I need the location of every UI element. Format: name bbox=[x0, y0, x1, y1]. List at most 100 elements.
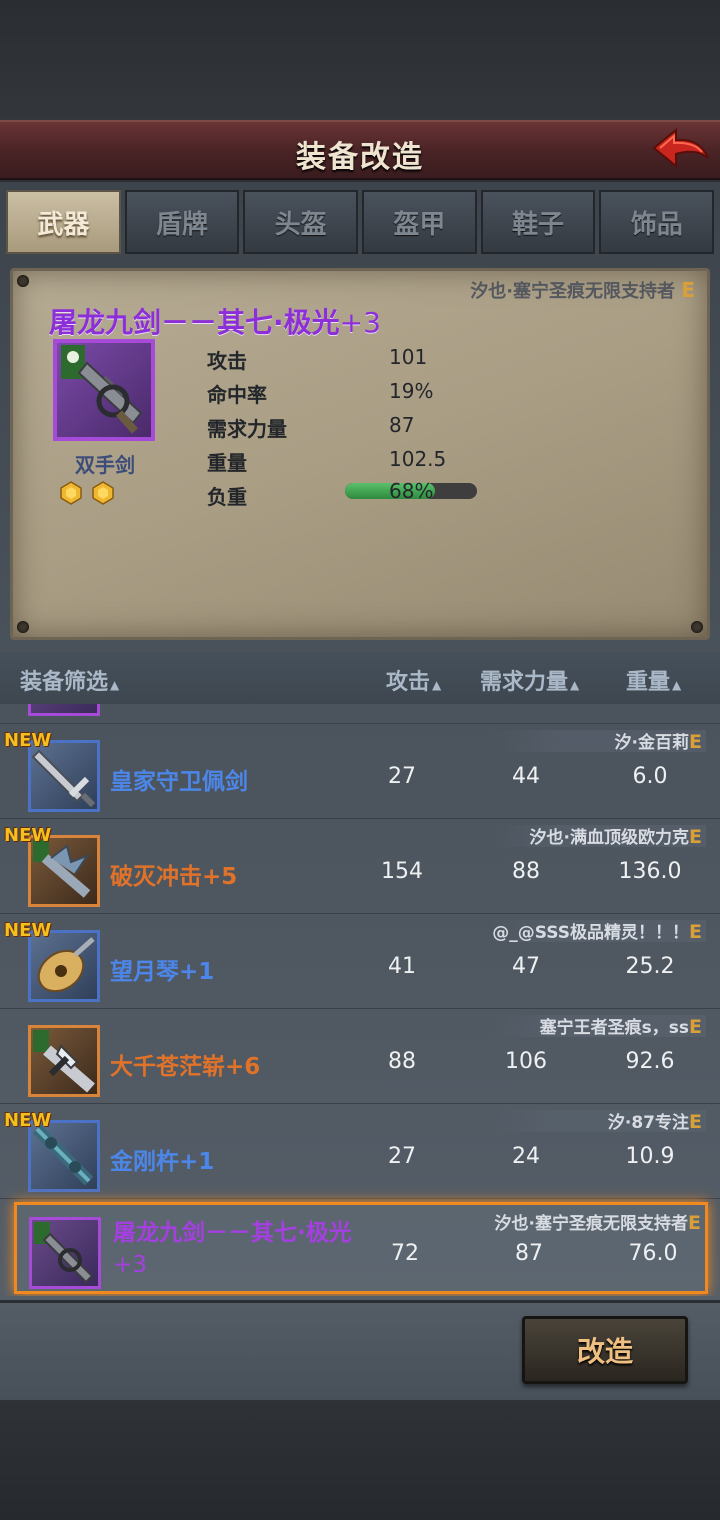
item-weight: 136.0 bbox=[618, 859, 682, 884]
item-name-text: 屠龙九剑－－其七·极光 bbox=[49, 306, 340, 339]
item-owner: 汐也·满血顶级欧力克E bbox=[530, 823, 702, 848]
list-item[interactable]: 汐也·满血顶级欧力克E NEW 破灭冲击+5 154 88 136.0 bbox=[0, 819, 720, 914]
stat-load-label: 负重 bbox=[207, 485, 247, 509]
sort-weight-button[interactable]: 重量 ▲ bbox=[626, 664, 681, 696]
item-strength: 47 bbox=[512, 954, 540, 979]
item-name: 屠龙九剑－－其七·极光+3 bbox=[113, 1217, 373, 1281]
owner-grade: E bbox=[688, 1212, 701, 1234]
sort-arrow-icon: ▲ bbox=[432, 678, 442, 692]
greatsword-icon bbox=[29, 1217, 101, 1289]
new-badge: NEW bbox=[4, 920, 52, 941]
owner-name: @_@SSS极品精灵！！！ bbox=[492, 923, 690, 943]
new-badge: NEW bbox=[4, 730, 52, 751]
list-item-partial[interactable] bbox=[0, 704, 720, 724]
title-bar: 装备改造 bbox=[0, 120, 720, 180]
item-owner: 塞宁王者圣痕s，ssE bbox=[540, 1013, 702, 1038]
item-attack: 88 bbox=[388, 1049, 416, 1074]
owner-grade: E bbox=[689, 826, 702, 848]
owner-grade: E bbox=[689, 1016, 702, 1038]
category-tabs: 武器 盾牌 头盔 盔甲 鞋子 饰品 bbox=[6, 190, 715, 256]
tab-weapon[interactable]: 武器 bbox=[6, 190, 121, 254]
item-name: 金刚杵+1 bbox=[110, 1142, 214, 1176]
list-header: 装备筛选 ▲ 攻击 ▲ 需求力量 ▲ 重量 ▲ bbox=[0, 652, 720, 704]
item-weight: 10.9 bbox=[625, 1144, 675, 1169]
forge-button[interactable]: 改造 bbox=[522, 1316, 688, 1384]
stat-attack-value: 101 bbox=[389, 345, 428, 369]
sort-arrow-icon: ▲ bbox=[672, 678, 682, 692]
top-background bbox=[0, 0, 720, 120]
tab-accessory[interactable]: 饰品 bbox=[599, 190, 715, 254]
gold-gem-icon bbox=[91, 481, 115, 505]
list-item[interactable]: 汐·87专注E NEW 金刚杵+1 27 24 10.9 bbox=[0, 1104, 720, 1199]
tab-helmet[interactable]: 头盔 bbox=[243, 190, 359, 254]
item-enhance-level: +1 bbox=[179, 959, 215, 985]
tab-shoes[interactable]: 鞋子 bbox=[480, 190, 596, 254]
equipment-list[interactable]: 汐·金百莉E NEW 皇家守卫佩剑 27 44 6.0 汐也·满血顶级欧力克E … bbox=[0, 704, 720, 1296]
page-title: 装备改造 bbox=[296, 140, 424, 175]
item-owner: 汐也·塞宁圣痕无限支持者 E bbox=[470, 277, 695, 303]
owner-name: 汐也·满血顶级欧力克 bbox=[529, 828, 690, 848]
item-name: 望月琴+1 bbox=[110, 952, 214, 986]
list-item[interactable]: 塞宁王者圣痕s，ssE 大千苍茫崭+6 88 106 92.6 bbox=[0, 1009, 720, 1104]
equipment-filter-button[interactable]: 装备筛选 ▲ bbox=[20, 664, 119, 696]
weapon-type: 双手剑 bbox=[75, 453, 135, 477]
sort-attack-button[interactable]: 攻击 ▲ bbox=[386, 664, 441, 696]
sword-icon bbox=[28, 704, 100, 716]
back-arrow-icon[interactable] bbox=[650, 124, 712, 178]
item-owner: 汐·87专注E bbox=[608, 1108, 702, 1133]
item-attack: 27 bbox=[388, 764, 416, 789]
sort-strength-button[interactable]: 需求力量 ▲ bbox=[480, 664, 579, 696]
item-attack: 154 bbox=[381, 859, 423, 884]
owner-name: 汐·87专注 bbox=[607, 1113, 690, 1133]
item-detail-card: 汐也·塞宁圣痕无限支持者 E 屠龙九剑－－其七·极光+3 双手剑 攻击 101 … bbox=[10, 268, 710, 640]
tab-shield[interactable]: 盾牌 bbox=[124, 190, 240, 254]
item-enhance-level: +1 bbox=[179, 1149, 215, 1175]
sort-arrow-icon: ▲ bbox=[570, 678, 580, 692]
list-item[interactable]: 汐·金百莉E NEW 皇家守卫佩剑 27 44 6.0 bbox=[0, 724, 720, 819]
list-item-selected[interactable]: 汐也·塞宁圣痕无限支持者E 屠龙九剑－－其七·极光 +3 72 87 76.0 bbox=[14, 1202, 708, 1294]
item-enhance-level: +3 bbox=[339, 306, 381, 339]
item-name: 皇家守卫佩剑 bbox=[110, 762, 248, 796]
item-strength: 88 bbox=[512, 859, 540, 884]
item-strength: 87 bbox=[515, 1241, 543, 1266]
col-weight-label: 重量 bbox=[626, 670, 671, 695]
item-strength: 106 bbox=[505, 1049, 547, 1074]
item-owner: @_@SSS极品精灵！！！E bbox=[492, 918, 702, 943]
greatsword-icon bbox=[53, 339, 155, 441]
rivet bbox=[17, 275, 29, 287]
item-name-text: 破灭冲击 bbox=[110, 864, 202, 890]
col-strength-label: 需求力量 bbox=[480, 670, 569, 695]
item-name-text: 金刚杵 bbox=[110, 1149, 179, 1175]
item-weight: 76.0 bbox=[628, 1241, 678, 1266]
item-strength: 44 bbox=[512, 764, 540, 789]
stat-weight-value: 102.5 bbox=[389, 447, 447, 471]
sort-arrow-icon: ▲ bbox=[110, 678, 120, 692]
gold-gem-icon bbox=[59, 481, 83, 505]
item-enhance-level: +5 bbox=[202, 864, 238, 890]
item-enhance-level: +6 bbox=[225, 1054, 261, 1080]
owner-grade: E bbox=[689, 731, 702, 753]
item-name-text: 大千苍茫崭 bbox=[110, 1054, 225, 1080]
new-badge: NEW bbox=[4, 825, 52, 846]
stat-strength-label: 需求力量 bbox=[207, 417, 287, 441]
owner-name: 汐也·塞宁圣痕无限支持者 bbox=[470, 281, 676, 302]
owner-name: 塞宁王者圣痕s，ss bbox=[539, 1018, 690, 1038]
item-owner: 汐也·塞宁圣痕无限支持者E bbox=[495, 1209, 701, 1234]
stat-strength-value: 87 bbox=[389, 413, 415, 437]
bottom-background bbox=[0, 1400, 720, 1520]
load-percentage: 68% bbox=[389, 479, 434, 503]
owner-name: 汐·金百莉 bbox=[614, 733, 690, 753]
stat-attack-label: 攻击 bbox=[207, 349, 247, 373]
stat-hit-label: 命中率 bbox=[207, 383, 267, 407]
item-attack: 27 bbox=[388, 1144, 416, 1169]
col-attack-label: 攻击 bbox=[386, 670, 431, 695]
item-weight: 6.0 bbox=[632, 764, 668, 789]
item-name: 大千苍茫崭+6 bbox=[110, 1047, 260, 1081]
tab-armor[interactable]: 盔甲 bbox=[362, 190, 477, 254]
item-attack: 72 bbox=[391, 1241, 419, 1266]
item-name: 屠龙九剑－－其七·极光+3 bbox=[49, 301, 381, 341]
item-owner: 汐·金百莉E bbox=[615, 728, 702, 753]
filter-label: 装备筛选 bbox=[20, 670, 109, 695]
list-item[interactable]: @_@SSS极品精灵！！！E NEW 望月琴+1 41 47 25.2 bbox=[0, 914, 720, 1009]
rivet bbox=[17, 621, 29, 633]
